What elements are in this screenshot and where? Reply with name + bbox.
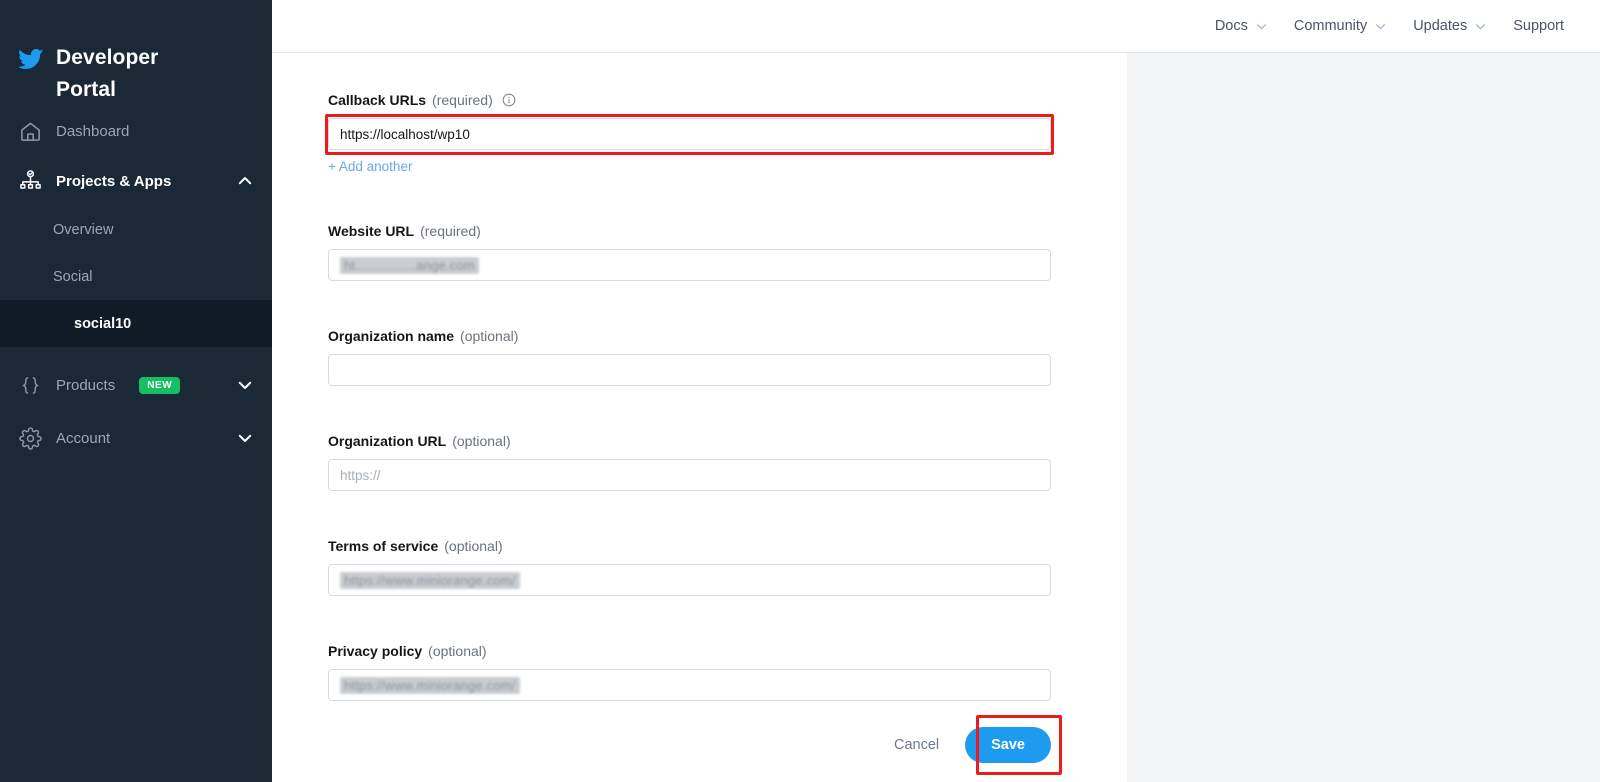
topnav-label: Docs xyxy=(1214,18,1248,34)
field-optionality: (optional) xyxy=(460,328,519,344)
chevron-down-icon xyxy=(1374,20,1387,33)
topnav-label: Support xyxy=(1513,18,1564,34)
field-label: Privacy policy (optional) xyxy=(328,642,995,660)
field-label: Organization URL (optional) xyxy=(328,432,995,450)
status-badge-new: NEW xyxy=(139,376,181,394)
field-optionality: (required) xyxy=(420,223,481,239)
redacted-value: ht................ange.com xyxy=(340,256,479,274)
field-callback-urls: Callback URLs (required) https://localho… xyxy=(325,91,1054,176)
field-label-text: Organization URL xyxy=(328,433,447,449)
sidebar-item-label: Dashboard xyxy=(56,122,130,140)
sidebar: Developer Portal Dashboard Projects & Ap… xyxy=(0,0,272,782)
topnav-item-support[interactable]: Support xyxy=(1513,18,1564,34)
cancel-button[interactable]: Cancel xyxy=(894,737,939,753)
website-url-input[interactable]: ht................ange.com xyxy=(328,249,1051,281)
app-settings-form: Callback URLs (required) https://localho… xyxy=(272,53,1062,775)
chevron-down-icon xyxy=(1255,20,1268,33)
content-wrapper: Callback URLs (required) https://localho… xyxy=(272,53,1600,782)
add-another-link[interactable]: + Add another xyxy=(328,159,412,174)
right-empty-panel xyxy=(1127,53,1600,782)
organization-url-input[interactable]: https:// xyxy=(328,459,1051,491)
terms-of-service-input[interactable]: https://www.miniorange.com/ xyxy=(328,564,1051,596)
chevron-down-icon[interactable] xyxy=(236,376,254,394)
gear-icon xyxy=(18,426,42,450)
redacted-value: https://www.miniorange.com/ xyxy=(340,676,520,694)
sidebar-item-products[interactable]: Products NEW xyxy=(0,360,272,410)
save-button[interactable]: Save xyxy=(965,727,1051,763)
field-optionality: (optional) xyxy=(428,643,487,659)
topnav-label: Community xyxy=(1293,18,1368,34)
field-optionality: (optional) xyxy=(452,433,511,449)
sidebar-item-social10[interactable]: social10 xyxy=(0,300,272,347)
curly-braces-icon xyxy=(18,373,42,397)
sidebar-item-social[interactable]: Social xyxy=(0,253,272,300)
field-optionality: (required) xyxy=(432,92,493,108)
field-privacy-policy: Privacy policy (optional) https://www.mi… xyxy=(328,642,1051,701)
sidebar-item-account[interactable]: Account xyxy=(0,413,272,463)
field-label-text: Privacy policy xyxy=(328,643,423,659)
field-label-text: Callback URLs xyxy=(328,92,427,108)
main-area: Docs Community Updates Support Callback … xyxy=(272,0,1600,782)
info-circle-icon[interactable] xyxy=(502,93,516,107)
chevron-down-icon[interactable] xyxy=(236,429,254,447)
developer-portal-app: Developer Portal Dashboard Projects & Ap… xyxy=(0,0,1600,782)
organization-name-input[interactable] xyxy=(328,354,1051,386)
chevron-up-icon[interactable] xyxy=(236,172,254,190)
field-website-url: Website URL (required) ht...............… xyxy=(328,222,1051,281)
save-button-wrapper: Save xyxy=(965,715,1062,775)
chevron-down-icon xyxy=(1474,20,1487,33)
callback-urls-input[interactable]: https://localhost/wp10 xyxy=(328,118,1051,150)
top-navigation-bar: Docs Community Updates Support xyxy=(272,0,1600,53)
topnav-item-updates[interactable]: Updates xyxy=(1413,18,1487,34)
topnav-item-community[interactable]: Community xyxy=(1294,18,1387,34)
field-label: Callback URLs (required) xyxy=(328,91,995,109)
topnav-label: Updates xyxy=(1413,18,1468,34)
topnav-item-docs[interactable]: Docs xyxy=(1215,18,1268,34)
form-actions: Cancel Save xyxy=(328,715,1062,775)
brand-header: Developer Portal xyxy=(0,0,272,106)
sidebar-item-label: Products xyxy=(56,376,116,394)
field-label-text: Terms of service xyxy=(328,538,439,554)
field-organization-name: Organization name (optional) xyxy=(328,327,1051,386)
field-label: Organization name (optional) xyxy=(328,327,995,345)
field-label-text: Website URL xyxy=(328,223,415,239)
sidebar-item-overview[interactable]: Overview xyxy=(0,206,272,253)
field-label: Website URL (required) xyxy=(328,222,995,240)
form-column: Callback URLs (required) https://localho… xyxy=(272,53,1127,782)
field-organization-url: Organization URL (optional) https:// xyxy=(328,432,1051,491)
sidebar-item-label: Projects & Apps xyxy=(56,172,172,190)
sidebar-item-dashboard[interactable]: Dashboard xyxy=(0,106,272,156)
sidebar-item-projects-and-apps[interactable]: Projects & Apps xyxy=(0,156,272,206)
field-optionality: (optional) xyxy=(444,538,503,554)
redacted-value: https://www.miniorange.com/ xyxy=(340,571,520,589)
home-icon xyxy=(18,119,42,143)
field-label-text: Organization name xyxy=(328,328,455,344)
sidebar-subitem-label: social10 xyxy=(74,315,132,332)
field-label: Terms of service (optional) xyxy=(328,537,995,555)
twitter-bird-icon xyxy=(18,46,44,72)
brand-title: Developer Portal xyxy=(56,46,159,101)
sidebar-subitem-label: Overview xyxy=(53,221,114,238)
privacy-policy-input[interactable]: https://www.miniorange.com/ xyxy=(328,669,1051,701)
projects-icon xyxy=(18,169,42,193)
field-terms-of-service: Terms of service (optional) https://www.… xyxy=(328,537,1051,596)
sidebar-subitem-label: Social xyxy=(53,268,93,285)
sidebar-item-label: Account xyxy=(56,429,111,447)
